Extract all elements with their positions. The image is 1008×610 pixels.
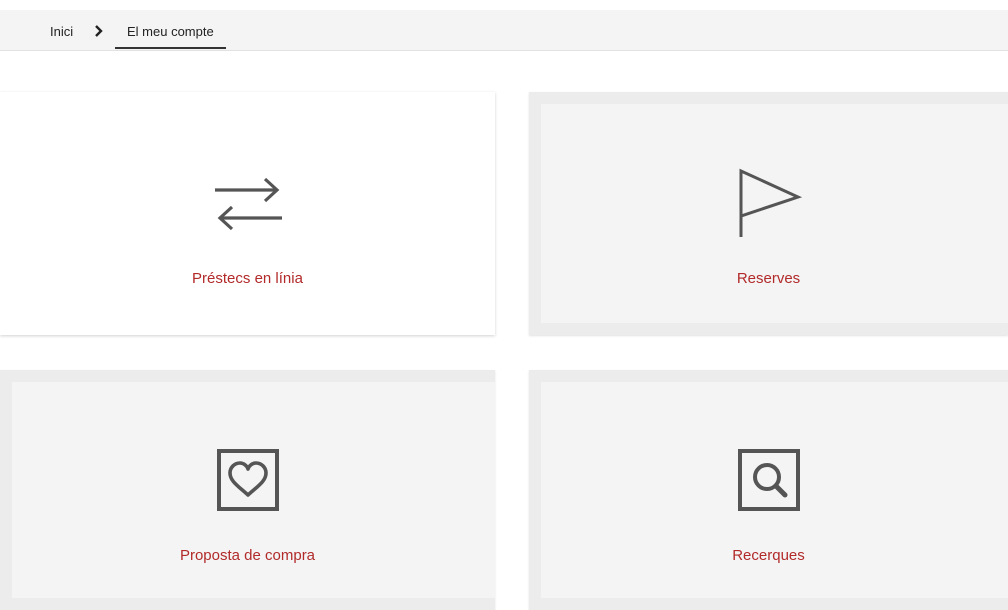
card-recerques[interactable]: Recerques xyxy=(529,370,1008,610)
card-proposta-de-compra[interactable]: Proposta de compra xyxy=(0,370,495,610)
heart-box-icon xyxy=(216,449,279,511)
search-box-icon xyxy=(737,449,800,511)
breadcrumb: Inici El meu compte xyxy=(0,10,1008,51)
card-label: Recerques xyxy=(732,547,805,564)
breadcrumb-current-link[interactable]: El meu compte xyxy=(115,10,226,49)
flag-icon xyxy=(739,168,802,237)
card-label: Préstecs en línia xyxy=(192,270,303,287)
card-reserves[interactable]: Reserves xyxy=(529,92,1008,335)
card-label: Proposta de compra xyxy=(179,547,316,564)
breadcrumb-home-link[interactable]: Inici xyxy=(50,10,73,47)
chevron-right-icon xyxy=(95,25,103,37)
card-label: Reserves xyxy=(736,270,801,287)
swap-arrows-icon xyxy=(214,177,282,231)
card-prestecs-en-linia[interactable]: Préstecs en línia xyxy=(0,92,495,335)
